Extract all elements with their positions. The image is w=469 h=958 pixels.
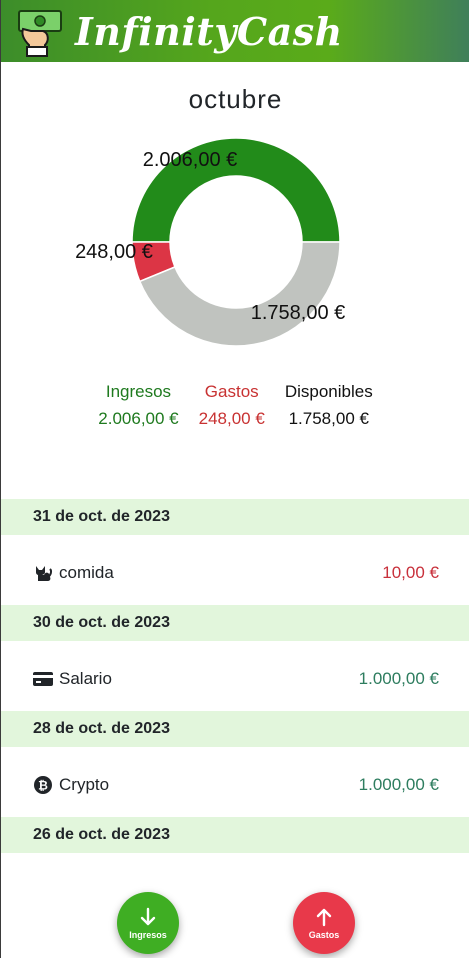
arrow-down-icon: [140, 907, 156, 925]
arrow-up-icon: [316, 908, 332, 926]
transaction-amount: 10,00 €: [382, 563, 439, 582]
app-header: InfinityCash: [1, 0, 469, 62]
add-expense-button[interactable]: Gastos: [293, 892, 355, 954]
summary-expenses: Gastos 248,00 €: [199, 382, 265, 429]
donut-slice-label: 2.006,00 €: [143, 149, 238, 171]
add-income-label: Ingresos: [129, 929, 167, 940]
summary-available-value: 1.758,00 €: [288, 409, 369, 428]
app-title: InfinityCash: [75, 8, 343, 54]
add-expense-label: Gastos: [308, 929, 340, 940]
month-title: octubre: [188, 84, 283, 114]
summary-available: Disponibles 1.758,00 €: [285, 382, 373, 429]
add-income-button[interactable]: Ingresos: [117, 892, 179, 954]
credit-card-icon: [33, 672, 53, 686]
transaction-name: Salario: [59, 669, 112, 688]
transaction-item[interactable]: comida 10,00 €: [1, 535, 469, 605]
donut-chart-svg: 2.006,00 € 248,00 € 1.758,00 €: [75, 137, 346, 347]
transaction-amount: 1.000,00 €: [358, 669, 439, 688]
summary-available-label: Disponibles: [284, 382, 373, 401]
transaction-amount: 1.000,00 €: [358, 775, 439, 794]
transaction-item[interactable]: Salario 1.000,00 €: [1, 641, 469, 711]
donut-chart: 2.006,00 € 248,00 € 1.758,00 €: [1, 120, 469, 360]
donut-slice-label: 1.758,00 €: [251, 302, 346, 324]
date-header: 26 de oct. de 2023: [1, 817, 469, 853]
svg-text:₿: ₿: [38, 779, 48, 793]
donut-slice-label: 248,00 €: [75, 241, 153, 263]
cash-hand-icon: [18, 10, 62, 57]
bitcoin-icon: ₿: [34, 776, 52, 794]
date-header: 30 de oct. de 2023: [1, 605, 469, 641]
summary-income-label: Ingresos: [105, 382, 172, 401]
transaction-list: 31 de oct. de 2023 comida 10,00 € 30 de …: [1, 499, 469, 853]
date-header: 28 de oct. de 2023: [1, 711, 469, 747]
summary-expenses-value: 248,00 €: [198, 409, 265, 428]
summary-expenses-label: Gastos: [204, 382, 259, 401]
transaction-name: Crypto: [59, 775, 110, 794]
summary-income: Ingresos 2.006,00 €: [98, 382, 178, 429]
transaction-left: Salario: [33, 669, 112, 689]
transaction-item[interactable]: ₿ Crypto 1.000,00 €: [1, 747, 469, 817]
transaction-left: comida: [33, 563, 114, 583]
date-header: 31 de oct. de 2023: [1, 499, 469, 535]
transaction-name: comida: [59, 563, 114, 582]
summary: Ingresos 2.006,00 € Gastos 248,00 € Disp…: [1, 382, 469, 429]
transaction-left: ₿ Crypto: [33, 775, 109, 795]
summary-income-value: 2.006,00 €: [98, 409, 179, 428]
cat-icon: [36, 566, 53, 581]
